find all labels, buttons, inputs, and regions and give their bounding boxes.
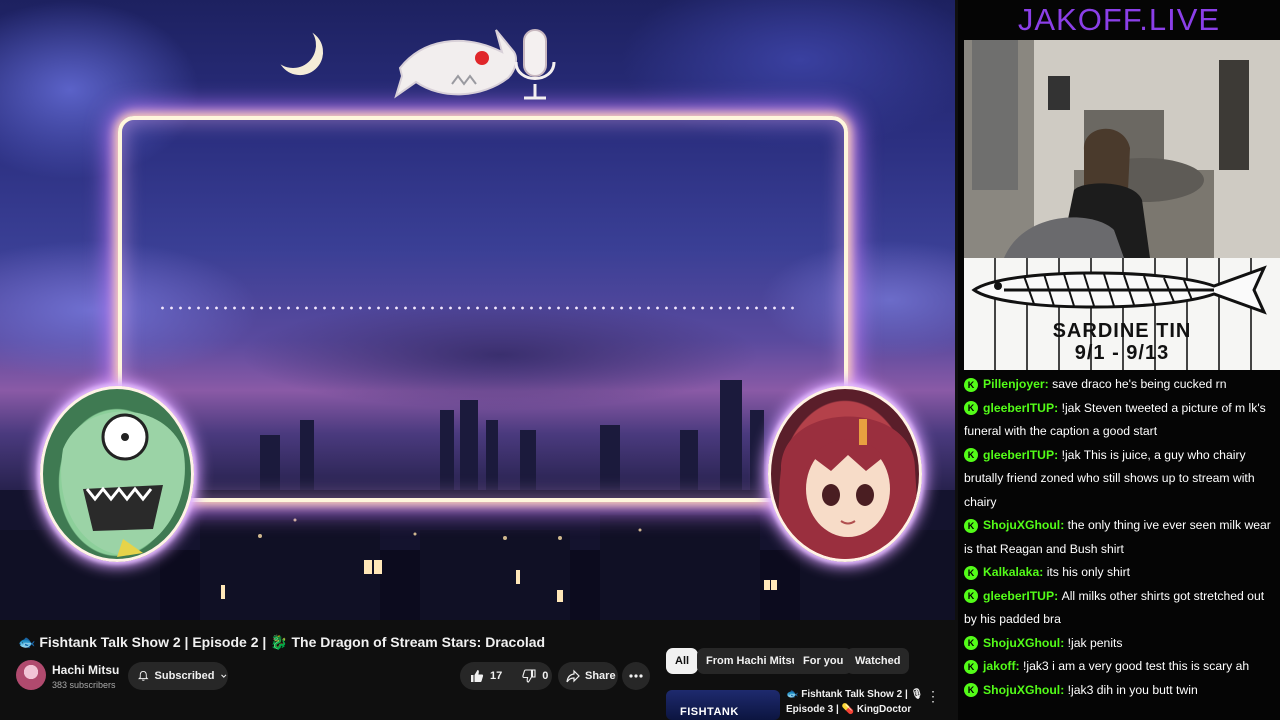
- channel-name[interactable]: Hachi Mitsu: [52, 663, 119, 677]
- chat-message: K ShojuXGhoul: !jak penits: [964, 632, 1280, 656]
- recommended-video-title-line2[interactable]: Episode 3 | 💊 KingDoctor: [786, 704, 911, 715]
- thumbnail-text: FISHTANK: [680, 706, 739, 718]
- kick-badge-icon: K: [964, 448, 978, 463]
- chat-message: Kjakoff: !jak3 i am a very good test thi…: [964, 655, 1280, 679]
- kick-badge-icon: K: [964, 636, 978, 651]
- moon: [267, 19, 319, 71]
- like-count: 17: [490, 670, 503, 682]
- video-player[interactable]: [0, 0, 955, 620]
- subscribed-label: Subscribed: [154, 670, 215, 682]
- chip-watched[interactable]: Watched: [846, 648, 910, 674]
- chat-text: save draco he's being cucked rn: [1052, 377, 1227, 391]
- chat-username[interactable]: Pillenjoyer: [983, 377, 1045, 391]
- chat-separator: :: [1054, 588, 1062, 603]
- channel-avatar[interactable]: [16, 660, 46, 690]
- chat-separator: :: [1054, 400, 1062, 415]
- more-horizontal-icon: [629, 674, 643, 678]
- fish-skeleton-icon: [971, 265, 1267, 315]
- more-vertical-icon[interactable]: ⋮: [926, 688, 940, 705]
- kick-badge-icon: K: [964, 683, 978, 698]
- video-title: 🐟 Fishtank Talk Show 2 | Episode 2 | 🐉 T…: [18, 634, 546, 650]
- chat-message: K Pillenjoyer: save draco he's being cuck…: [964, 373, 1280, 397]
- chat-username[interactable]: jakoff: [983, 659, 1016, 673]
- chat-message: K ShojuXGhoul: the only thing ive ever se…: [964, 514, 1280, 561]
- kick-badge-icon: K: [964, 589, 978, 604]
- share-label: Share: [585, 670, 616, 682]
- chat-separator: :: [1039, 565, 1047, 579]
- subscriber-count: 383 subscribers: [52, 680, 116, 690]
- dislike-count: 0: [542, 670, 549, 682]
- kick-badge-icon: K: [964, 377, 978, 392]
- chat-separator: :: [1060, 682, 1068, 697]
- chat-separator: :: [1060, 635, 1068, 650]
- recommended-video-thumbnail[interactable]: FISHTANK: [666, 690, 780, 720]
- bell-icon: [138, 671, 149, 681]
- chevron-down-icon: [221, 674, 227, 678]
- kick-badge-icon: K: [964, 518, 978, 533]
- chat-message: KgleeberITUP: !jak Steven tweeted a pict…: [964, 397, 1280, 444]
- stream-overlay: JAKOFF.LIVE SARDINE TIN 9/1 - 9/13 K Pil…: [958, 0, 1280, 720]
- share-icon: [566, 669, 580, 683]
- subscribed-button[interactable]: Subscribed: [128, 662, 228, 690]
- kick-badge-icon: K: [964, 565, 978, 580]
- chat-username[interactable]: gleeberITUP: [983, 589, 1054, 603]
- chat-username[interactable]: ShojuXGhoul: [983, 683, 1060, 697]
- chat-log: K Pillenjoyer: save draco he's being cuck…: [964, 373, 1280, 702]
- chat-username[interactable]: ShojuXGhoul: [983, 518, 1060, 532]
- chat-separator: :: [1044, 377, 1053, 391]
- kick-badge-icon: K: [964, 659, 978, 674]
- chat-username[interactable]: gleeberITUP: [983, 401, 1054, 415]
- banner-title: SARDINE TIN: [1052, 320, 1192, 342]
- anime-girl-portrait: [768, 386, 922, 562]
- chat-message: K Kalkalaka: its his only shirt: [964, 561, 1280, 585]
- shark-mic-logo: [394, 29, 556, 100]
- share-button[interactable]: Share: [558, 662, 618, 690]
- chat-username[interactable]: ShojuXGhoul: [983, 636, 1060, 650]
- chat-separator: :: [1054, 447, 1062, 462]
- chat-message: KgleeberITUP: !jak This is juice, a guy …: [964, 444, 1280, 515]
- thumbs-down-icon: [522, 669, 536, 683]
- dragon-character-portrait: [40, 386, 194, 562]
- chat-text: !jak3 i am a very good test this is scar…: [1022, 659, 1250, 673]
- chip-all[interactable]: All: [666, 648, 699, 674]
- kick-badge-icon: K: [964, 401, 978, 416]
- chat-text: !jak3 dih in you butt twin: [1067, 682, 1198, 697]
- more-actions-button[interactable]: [622, 662, 650, 690]
- chat-username[interactable]: gleeberITUP: [983, 448, 1054, 462]
- chat-separator: :: [1015, 659, 1023, 673]
- thumbs-up-icon: [471, 670, 484, 682]
- banner-dates: 9/1 - 9/13: [1074, 342, 1170, 364]
- recommended-video-title[interactable]: 🐟 Fishtank Talk Show 2 | 🎙: [786, 689, 923, 700]
- chat-text: its his only shirt: [1046, 565, 1131, 579]
- chip-from-channel[interactable]: From Hachi Mitsu: [697, 648, 808, 674]
- dislike-button[interactable]: 0: [512, 662, 558, 690]
- chat-separator: :: [1060, 518, 1068, 532]
- stream-brand-title: JAKOFF.LIVE: [1017, 2, 1221, 37]
- chip-for-you[interactable]: For you: [794, 648, 853, 674]
- like-button[interactable]: 17: [460, 662, 512, 690]
- like-dislike-group: 17 0: [460, 662, 552, 690]
- chat-username[interactable]: Kalkalaka: [983, 565, 1039, 579]
- chat-message: KgleeberITUP: All milks other shirts got…: [964, 585, 1280, 632]
- webcam-feed: [964, 40, 1280, 258]
- chat-message: K ShojuXGhoul: !jak3 dih in you butt twin: [964, 679, 1280, 703]
- audio-waveform: [158, 306, 798, 310]
- sardine-tin-banner: SARDINE TIN 9/1 - 9/13: [964, 258, 1280, 370]
- chat-text: !jak penits: [1067, 635, 1123, 650]
